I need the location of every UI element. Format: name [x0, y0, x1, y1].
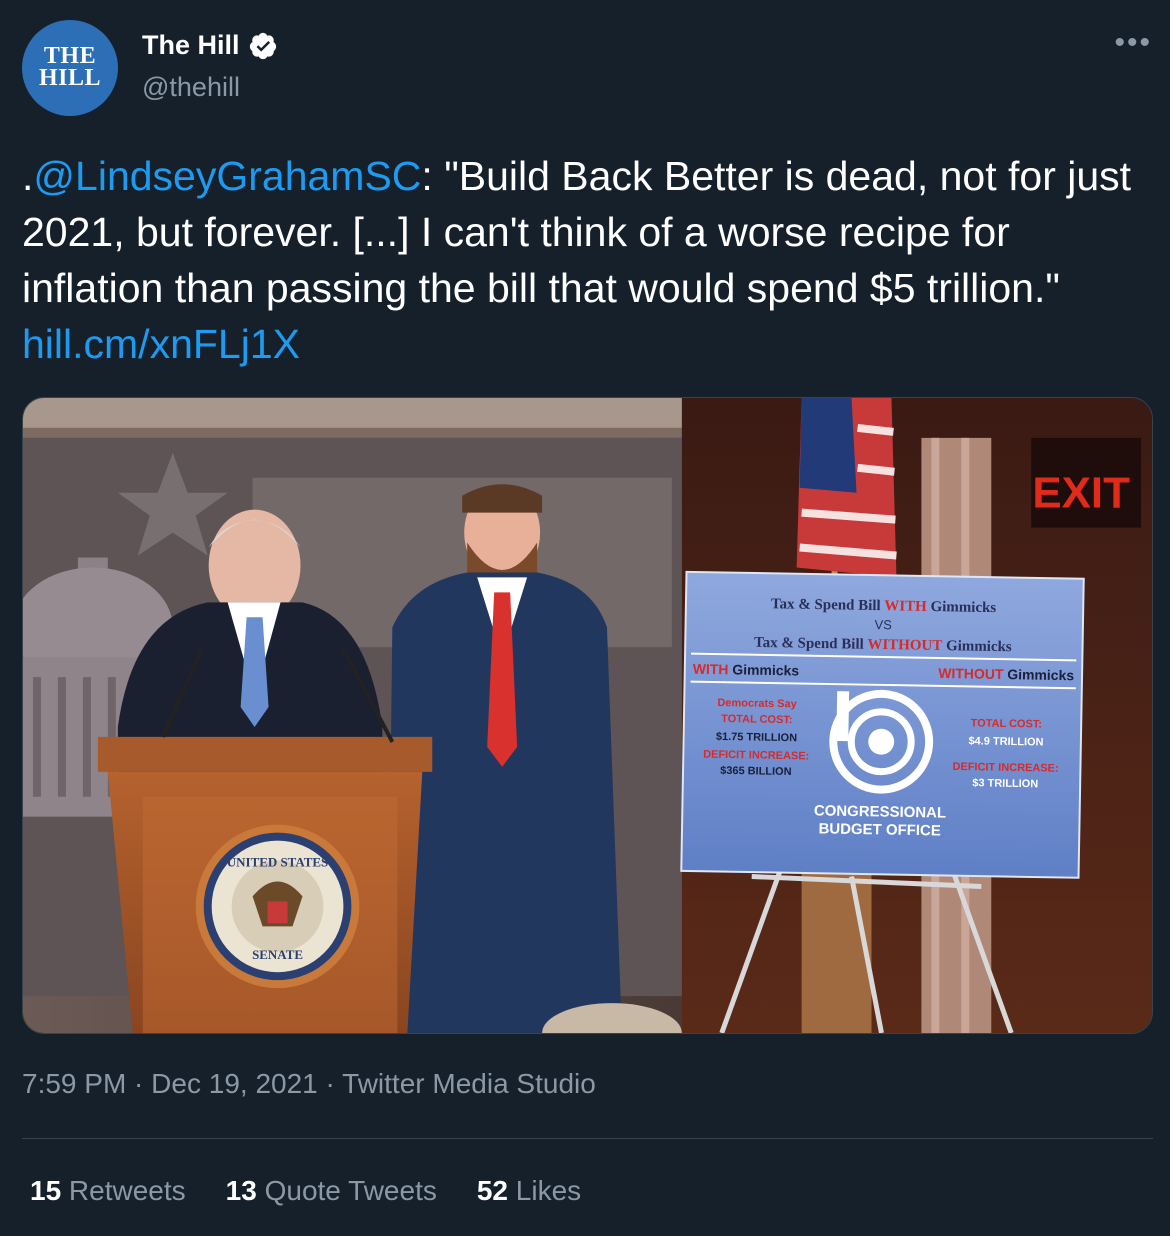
poster-title-1b: WITH: [884, 598, 927, 615]
poster-col-right-b: Gimmicks: [1003, 666, 1074, 683]
press-conference-photo: EXIT UNITED STATES SENATE Tax & Spend Bi…: [23, 398, 1152, 1033]
article-link[interactable]: hill.cm/xnFLj1X: [22, 321, 300, 367]
tweet-text-prefix: .: [22, 153, 34, 199]
tweet-time[interactable]: 7:59 PM: [22, 1068, 126, 1099]
retweets-count: 15: [30, 1175, 62, 1206]
meta-separator: ·: [126, 1068, 152, 1099]
name-row: The Hill: [142, 30, 278, 61]
svg-text:WITH Gimmicks: WITH Gimmicks: [693, 661, 800, 679]
poster-left-3: $1.75 TRILLION: [716, 731, 797, 744]
poster-left-2: TOTAL COST:: [721, 713, 793, 726]
tweet-date[interactable]: Dec 19, 2021: [151, 1068, 318, 1099]
quote-tweets-stat[interactable]: 13 Quote Tweets: [226, 1175, 437, 1207]
poster-title-1c: Gimmicks: [927, 599, 997, 616]
meta-separator: ·: [317, 1068, 343, 1099]
exit-sign-text: EXIT: [1032, 469, 1130, 518]
poster-right-2: $4.9 TRILLION: [968, 735, 1043, 748]
poster-cbo-1: CONGRESSIONAL: [814, 802, 946, 821]
poster-left-5: $365 BILLION: [720, 765, 792, 778]
poster-vs: VS: [874, 617, 892, 632]
retweets-label: Retweets: [61, 1175, 186, 1206]
poster-col-left-b: Gimmicks: [728, 661, 799, 678]
likes-label: Likes: [508, 1175, 582, 1206]
poster-title-2b: WITHOUT: [867, 637, 942, 654]
svg-text:WITHOUT Gimmicks: WITHOUT Gimmicks: [938, 665, 1074, 683]
avatar[interactable]: THE HILL: [22, 20, 118, 116]
cbo-poster-board: Tax & Spend Bill WITH Gimmicks VS Tax & …: [680, 570, 1085, 879]
poster-right-1: TOTAL COST:: [971, 717, 1043, 730]
divider: [22, 1138, 1153, 1139]
tweet-text: .@LindseyGrahamSC: "Build Back Better is…: [22, 148, 1142, 372]
tweet-metadata: 7:59 PM · Dec 19, 2021 · Twitter Media S…: [22, 1068, 596, 1100]
poster-cbo-2: BUDGET OFFICE: [818, 820, 941, 839]
poster-right-3: DEFICIT INCREASE:: [952, 761, 1058, 775]
retweets-stat[interactable]: 15 Retweets: [30, 1175, 186, 1207]
verified-badge-icon: [249, 32, 276, 59]
display-name[interactable]: The Hill: [142, 30, 240, 61]
poster-col-right-a: WITHOUT: [938, 665, 1004, 682]
handle[interactable]: @thehill: [142, 72, 240, 103]
likes-count: 52: [476, 1175, 508, 1206]
poster-title-2a: Tax & Spend Bill: [754, 635, 868, 653]
poster-title-1a: Tax & Spend Bill: [771, 596, 885, 614]
mention-link[interactable]: @LindseyGrahamSC: [33, 153, 421, 199]
poster-left-1: Democrats Say: [717, 697, 797, 710]
quote-tweets-label: Quote Tweets: [256, 1175, 437, 1206]
avatar-text-line2: HILL: [38, 65, 102, 91]
likes-stat[interactable]: 52 Likes: [477, 1175, 581, 1207]
poster-left-4: DEFICIT INCREASE:: [703, 749, 809, 763]
poster-right-4: $3 TRILLION: [972, 777, 1038, 790]
engagement-stats: 15 Retweets 13 Quote Tweets 52 Likes: [30, 1175, 621, 1207]
poster-col-left-a: WITH: [693, 661, 729, 678]
tweet-header: THE HILL The Hill @thehill •••: [22, 20, 1152, 120]
poster-title-2c: Gimmicks: [942, 638, 1012, 655]
seal-bottom-text: SENATE: [252, 947, 303, 962]
more-horizontal-icon[interactable]: •••: [1114, 26, 1152, 60]
tweet-media-image[interactable]: EXIT UNITED STATES SENATE Tax & Spend Bi…: [22, 397, 1153, 1034]
tweet-source[interactable]: Twitter Media Studio: [342, 1068, 596, 1099]
quote-tweets-count: 13: [225, 1175, 257, 1206]
seal-top-text: UNITED STATES: [227, 855, 328, 870]
